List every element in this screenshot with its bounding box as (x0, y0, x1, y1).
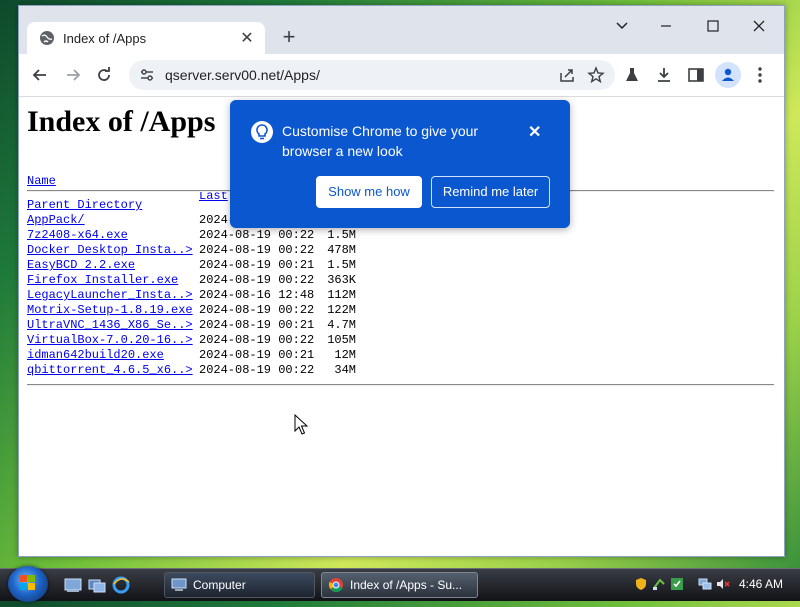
file-link[interactable]: Firefox Installer.exe (27, 273, 178, 288)
name-column-header[interactable]: Name (27, 174, 56, 189)
directory-listing: Name Last (27, 159, 228, 203)
taskbar: Computer Index of /Apps - Su... 4:46 AM (0, 566, 800, 602)
forward-button[interactable] (60, 62, 86, 88)
update-icon[interactable] (670, 577, 684, 591)
side-panel-button[interactable] (683, 62, 709, 88)
size-cell: 112M (327, 288, 356, 302)
footer-divider (27, 384, 774, 386)
file-link[interactable]: EasyBCD 2.2.exe (27, 258, 135, 273)
url-text[interactable]: qserver.serv00.net/Apps/ (165, 67, 559, 83)
minimize-button[interactable] (651, 14, 681, 38)
taskbar-item-label: Index of /Apps - Su... (350, 578, 463, 592)
size-cell: 34M (334, 363, 356, 377)
volume-muted-icon[interactable] (716, 577, 730, 591)
show-desktop-icon[interactable] (64, 576, 82, 594)
windows-logo-icon (20, 575, 35, 590)
flask-icon (626, 68, 638, 81)
tab-index-of-apps[interactable]: Index of /Apps ✕ (27, 22, 265, 54)
tab-close-icon[interactable]: ✕ (239, 28, 255, 48)
remind-me-later-button[interactable]: Remind me later (431, 176, 550, 208)
back-button[interactable] (27, 62, 53, 88)
browser-window: Index of /Apps ✕ + qserver.serv00.net/Ap… (18, 5, 785, 557)
download-icon (658, 68, 670, 82)
profile-button[interactable] (715, 62, 741, 88)
tab-strip: Index of /Apps ✕ + (19, 6, 784, 54)
globe-icon (40, 31, 54, 45)
size-cell: 1.5M (327, 258, 356, 272)
share-icon[interactable] (559, 67, 575, 83)
size-cell: 12M (334, 348, 356, 362)
network-icon[interactable] (698, 577, 712, 591)
size-cell: 4.7M (327, 318, 356, 332)
size-cell: 105M (327, 333, 356, 347)
file-link[interactable]: idman642build20.exe (27, 348, 164, 363)
size-cell: 122M (327, 303, 356, 317)
forward-arrow-icon (67, 69, 81, 81)
parent-directory-link[interactable]: Parent Directory (27, 198, 142, 213)
reload-icon (98, 67, 110, 81)
site-info-icon[interactable] (139, 67, 155, 83)
new-tab-button[interactable]: + (277, 26, 301, 50)
last-modified-cell: 2024-08-16 12:48 (199, 288, 315, 302)
size-cell: 363K (327, 273, 356, 287)
profile-avatar-icon (722, 68, 734, 81)
page-title: Index of /Apps (27, 105, 216, 138)
popup-message: Customise Chrome to give your browser a … (282, 123, 479, 159)
last-modified-cell: 2024-08-19 00:22 (199, 273, 315, 287)
file-link[interactable]: qbittorrent_4.6.5_x6..> (27, 363, 193, 378)
taskbar-item-label: Computer (193, 578, 246, 592)
last-modified-cell: 2024-08-19 00:22 (199, 243, 315, 257)
file-link[interactable]: 7z2408-x64.exe (27, 228, 128, 243)
kebab-menu-icon (758, 67, 762, 83)
tab-search-chevron-icon[interactable] (607, 14, 637, 38)
switch-windows-icon[interactable] (88, 576, 106, 594)
clock[interactable]: 4:46 AM (739, 577, 783, 591)
maximize-button[interactable] (698, 14, 728, 38)
internet-explorer-icon[interactable] (112, 576, 130, 594)
taskbar-item-chrome[interactable]: Index of /Apps - Su... (321, 572, 478, 598)
menu-button[interactable] (747, 62, 773, 88)
size-cell: 478M (327, 243, 356, 257)
size-cell: 1.5M (327, 228, 356, 242)
last-modified-cell: 2024-08-19 00:22 (199, 333, 315, 347)
security-shield-icon[interactable] (634, 577, 648, 591)
downloads-button[interactable] (651, 62, 677, 88)
last-modified-cell: 2024-08-19 00:22 (199, 303, 315, 317)
labs-flask-button[interactable] (619, 62, 645, 88)
chrome-icon (328, 578, 343, 592)
file-link[interactable]: LegacyLauncher_Insta..> (27, 288, 193, 303)
start-button[interactable] (8, 566, 48, 602)
show-me-how-button[interactable]: Show me how (316, 176, 422, 208)
side-panel-icon (688, 68, 704, 82)
file-link[interactable]: VirtualBox-7.0.20-16..> (27, 333, 193, 348)
reload-button[interactable] (91, 62, 117, 88)
last-modified-cell: 2024-08-19 00:22 (199, 363, 315, 377)
taskbar-item-computer[interactable]: Computer (164, 572, 315, 598)
last-modified-cell: 2024-08-19 00:21 (199, 318, 315, 332)
safely-remove-icon[interactable] (652, 577, 666, 591)
listing-header-row: Name Last (27, 159, 228, 203)
bookmark-star-icon[interactable] (587, 66, 605, 84)
last-modified-cell: 2024-08-19 00:21 (199, 258, 315, 272)
close-window-button[interactable] (744, 14, 774, 38)
lightbulb-icon (251, 121, 273, 143)
file-link[interactable]: AppPack/ (27, 213, 85, 228)
browser-toolbar: qserver.serv00.net/Apps/ (19, 54, 784, 97)
file-link[interactable]: UltraVNC_1436_X86_Se..> (27, 318, 193, 333)
mouse-cursor-icon (294, 414, 308, 435)
last-modified-cell: 2024-08-19 00:22 (199, 228, 315, 242)
file-link[interactable]: Motrix-Setup-1.8.19.exe (27, 303, 193, 318)
popup-close-icon[interactable]: ✕ (528, 122, 541, 142)
customise-chrome-popup: Customise Chrome to give your browser a … (230, 100, 570, 228)
computer-icon (171, 578, 187, 591)
address-bar[interactable]: qserver.serv00.net/Apps/ (129, 60, 615, 90)
back-arrow-icon (32, 69, 46, 81)
tab-title: Index of /Apps (63, 30, 147, 46)
last-modified-cell: 2024-08-19 00:21 (199, 348, 315, 362)
file-link[interactable]: Docker Desktop Insta..> (27, 243, 193, 258)
